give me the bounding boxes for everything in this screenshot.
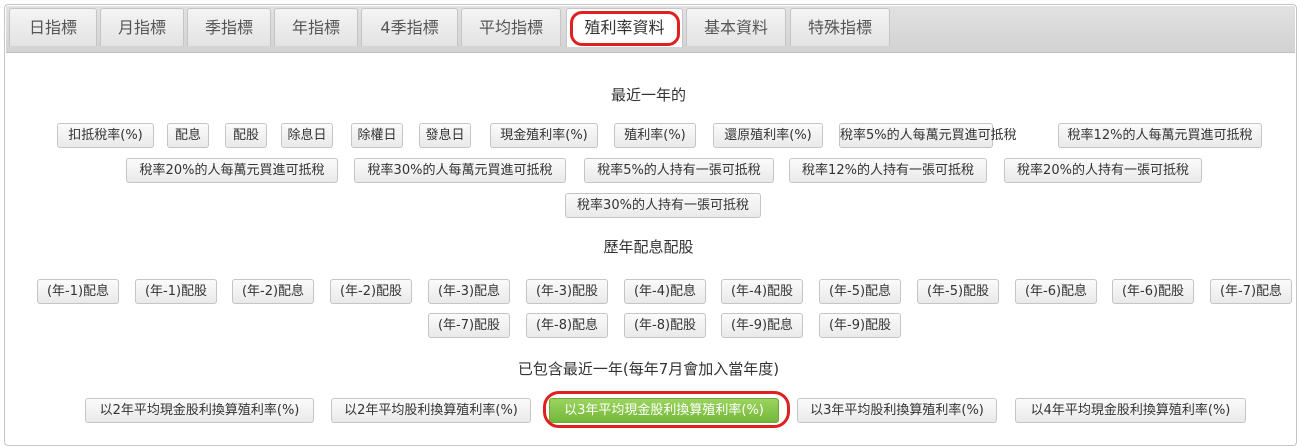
- section-title-history: 歷年配息配股: [603, 238, 694, 256]
- recent-button-17[interactable]: 稅率30%的人持有一張可抵稅: [565, 193, 761, 218]
- recent-button-5[interactable]: 除權日: [351, 123, 403, 148]
- average-button-3[interactable]: 以3年平均現金股利換算殖利率(%): [549, 398, 779, 423]
- history-button-12[interactable]: (年-6)配股: [1112, 279, 1194, 304]
- history-button-11[interactable]: (年-6)配息: [1015, 279, 1097, 304]
- history-button-14[interactable]: (年-7)配股: [428, 313, 510, 338]
- history-button-4[interactable]: (年-2)配股: [330, 279, 412, 304]
- tab-9[interactable]: 特殊指標: [790, 8, 890, 46]
- recent-button-11[interactable]: 稅率12%的人每萬元買進可抵稅: [1058, 123, 1262, 148]
- recent-button-9[interactable]: 還原殖利率(%): [713, 123, 823, 148]
- recent-button-10[interactable]: 稅率5%的人每萬元買進可抵稅: [839, 123, 1017, 148]
- history-button-16[interactable]: (年-8)配股: [624, 313, 706, 338]
- tab-2[interactable]: 月指標: [100, 8, 184, 46]
- history-button-9[interactable]: (年-5)配息: [819, 279, 901, 304]
- recent-button-4[interactable]: 除息日: [281, 123, 333, 148]
- tab-7[interactable]: 殖利率資料: [566, 8, 683, 47]
- history-button-7[interactable]: (年-4)配息: [624, 279, 706, 304]
- indicator-panel: [4, 4, 1297, 446]
- average-button-2[interactable]: 以2年平均股利換算殖利率(%): [331, 398, 531, 423]
- average-button-4[interactable]: 以3年平均股利換算殖利率(%): [797, 398, 997, 423]
- history-button-15[interactable]: (年-8)配息: [526, 313, 608, 338]
- history-button-1[interactable]: (年-1)配息: [37, 279, 119, 304]
- history-button-17[interactable]: (年-9)配息: [721, 313, 803, 338]
- recent-button-1[interactable]: 扣抵稅率(%): [57, 123, 154, 148]
- tab-6[interactable]: 平均指標: [461, 8, 561, 46]
- average-button-1[interactable]: 以2年平均現金股利換算殖利率(%): [85, 398, 314, 423]
- tab-3[interactable]: 季指標: [187, 8, 271, 46]
- history-button-3[interactable]: (年-2)配息: [232, 279, 314, 304]
- history-button-5[interactable]: (年-3)配息: [428, 279, 510, 304]
- recent-button-12[interactable]: 稅率20%的人每萬元買進可抵稅: [126, 158, 338, 183]
- recent-button-15[interactable]: 稅率12%的人持有一張可抵稅: [789, 158, 987, 183]
- history-button-10[interactable]: (年-5)配股: [917, 279, 999, 304]
- tab-5[interactable]: 4季指標: [361, 8, 458, 46]
- history-button-13[interactable]: (年-7)配息: [1210, 279, 1292, 304]
- recent-button-13[interactable]: 稅率30%的人每萬元買進可抵稅: [354, 158, 566, 183]
- recent-button-6[interactable]: 發息日: [419, 123, 471, 148]
- tab-8[interactable]: 基本資料: [686, 8, 786, 46]
- recent-button-16[interactable]: 稅率20%的人持有一張可抵稅: [1004, 158, 1202, 183]
- section-title-recent: 最近一年的: [610, 86, 686, 104]
- recent-button-3[interactable]: 配股: [225, 123, 267, 148]
- average-button-5[interactable]: 以4年平均現金股利換算殖利率(%): [1015, 398, 1246, 423]
- recent-button-2[interactable]: 配息: [167, 123, 209, 148]
- recent-button-7[interactable]: 現金殖利率(%): [490, 123, 598, 148]
- recent-button-14[interactable]: 稅率5%的人持有一張可抵稅: [584, 158, 774, 183]
- history-button-18[interactable]: (年-9)配股: [819, 313, 901, 338]
- history-button-8[interactable]: (年-4)配股: [721, 279, 803, 304]
- history-button-6[interactable]: (年-3)配股: [526, 279, 608, 304]
- history-button-2[interactable]: (年-1)配股: [135, 279, 217, 304]
- tab-1[interactable]: 日指標: [9, 8, 97, 46]
- tab-4[interactable]: 年指標: [274, 8, 358, 46]
- section-title-average: 已包含最近一年(每年7月會加入當年度): [517, 360, 780, 378]
- recent-button-8[interactable]: 殖利率(%): [614, 123, 696, 148]
